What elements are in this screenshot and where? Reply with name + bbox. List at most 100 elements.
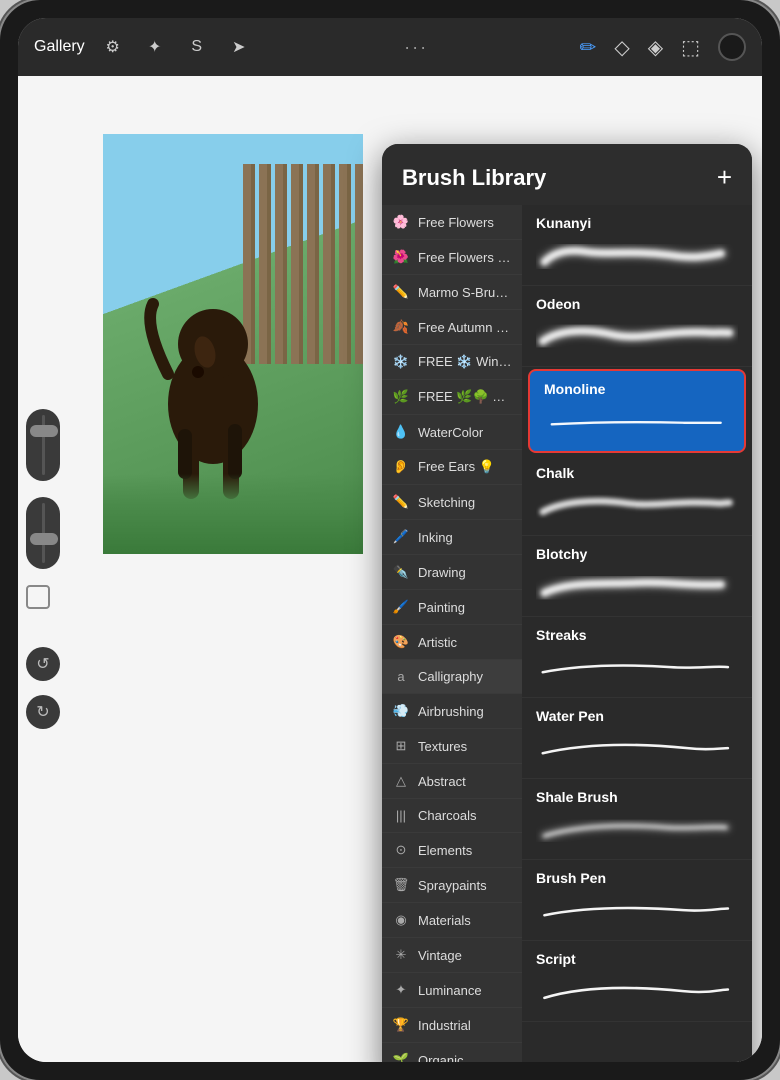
cat-icon-inking: 🖊️ bbox=[392, 529, 410, 545]
brush-item-blotchy[interactable]: Blotchy bbox=[522, 536, 752, 617]
wrench-icon[interactable]: ⚙ bbox=[99, 33, 127, 61]
sidebar-item-inking[interactable]: 🖊️ Inking bbox=[382, 520, 522, 555]
sidebar-item-luminance[interactable]: ✦ Luminance bbox=[382, 973, 522, 1008]
cat-icon-free-nature: 🌿 bbox=[392, 389, 410, 405]
brush-item-odeon[interactable]: Odeon bbox=[522, 286, 752, 367]
smear-tool-icon[interactable]: ◈ bbox=[648, 35, 663, 60]
sidebar-item-free-winter[interactable]: ❄️ FREE ❄️ Winter N... bbox=[382, 345, 522, 380]
magic-icon[interactable]: ✦ bbox=[141, 33, 169, 61]
add-brush-button[interactable]: + bbox=[717, 162, 732, 193]
top-bar-right: ✏ ◇ ◈ ⬚ bbox=[580, 33, 746, 61]
screen: Gallery ⚙ ✦ S ➤ ··· ✏ ◇ ◈ ⬚ bbox=[18, 18, 762, 1062]
sidebar-item-abstract[interactable]: △ Abstract bbox=[382, 764, 522, 799]
brush-item-script[interactable]: Script bbox=[522, 941, 752, 1022]
top-bar-left: Gallery ⚙ ✦ S ➤ bbox=[34, 33, 253, 61]
brush-item-brush-pen[interactable]: Brush Pen bbox=[522, 860, 752, 941]
sidebar-item-spraypaints[interactable]: 🗑 Spraypaints bbox=[382, 868, 522, 903]
cat-label-free-winter: FREE ❄️ Winter N... bbox=[418, 354, 512, 370]
sidebar-item-sketching[interactable]: ✏️ Sketching bbox=[382, 485, 522, 520]
brush-preview-shale-brush bbox=[536, 811, 738, 849]
device-frame: Gallery ⚙ ✦ S ➤ ··· ✏ ◇ ◈ ⬚ bbox=[0, 0, 780, 1080]
sidebar-item-drawing[interactable]: ✒️ Drawing bbox=[382, 555, 522, 590]
sidebar-item-calligraphy[interactable]: a Calligraphy bbox=[382, 660, 522, 694]
cat-icon-free-flowers: 🌸 bbox=[392, 214, 410, 230]
cat-icon-calligraphy: a bbox=[392, 669, 410, 684]
brush-preview-odeon bbox=[536, 318, 738, 356]
cat-icon-painting: 🖌️ bbox=[392, 599, 410, 615]
cat-label-free-autumn: Free Autumn Brushes... bbox=[418, 320, 512, 335]
sidebar-item-artistic[interactable]: 🎨 Artistic bbox=[382, 625, 522, 660]
canvas-image bbox=[103, 134, 363, 554]
brush-item-streaks[interactable]: Streaks bbox=[522, 617, 752, 698]
cat-icon-airbrushing: 💨 bbox=[392, 703, 410, 719]
sidebar-item-elements[interactable]: ⊙ Elements bbox=[382, 833, 522, 868]
cat-icon-vintage: ✳ bbox=[392, 947, 410, 963]
brush-name-blotchy: Blotchy bbox=[536, 546, 738, 562]
brush-item-kunanyi[interactable]: Kunanyi bbox=[522, 205, 752, 286]
panel-body: 🌸 Free Flowers 🌺 Free Flowers V.2 ✏️ Mar… bbox=[382, 205, 752, 1062]
sidebar-item-free-flowers-v2[interactable]: 🌺 Free Flowers V.2 bbox=[382, 240, 522, 275]
canvas-area: ↺ ↻ bbox=[18, 76, 762, 1062]
canvas-transform-icon[interactable] bbox=[26, 585, 50, 609]
color-picker[interactable] bbox=[718, 33, 746, 61]
brush-item-shale-brush[interactable]: Shale Brush bbox=[522, 779, 752, 860]
cat-label-artistic: Artistic bbox=[418, 635, 457, 650]
sidebar-item-painting[interactable]: 🖌️ Painting bbox=[382, 590, 522, 625]
move-icon[interactable]: ➤ bbox=[225, 33, 253, 61]
brush-item-water-pen[interactable]: Water Pen bbox=[522, 698, 752, 779]
sidebar-item-textures[interactable]: ⊞ Textures bbox=[382, 729, 522, 764]
sidebar-item-charcoals[interactable]: ||| Charcoals bbox=[382, 799, 522, 833]
pen-tool-icon[interactable]: ✏ bbox=[580, 35, 597, 60]
sidebar-item-marmo[interactable]: ✏️ Marmo S-Brush Pack bbox=[382, 275, 522, 310]
cat-icon-luminance: ✦ bbox=[392, 982, 410, 998]
sidebar-item-vintage[interactable]: ✳ Vintage bbox=[382, 938, 522, 973]
sidebar-item-free-nature[interactable]: 🌿 FREE 🌿🌳 Nature... bbox=[382, 380, 522, 415]
cat-label-marmo: Marmo S-Brush Pack bbox=[418, 285, 512, 300]
brush-name-script: Script bbox=[536, 951, 738, 967]
sidebar-item-free-flowers[interactable]: 🌸 Free Flowers bbox=[382, 205, 522, 240]
sidebar-item-airbrushing[interactable]: 💨 Airbrushing bbox=[382, 694, 522, 729]
brush-name-odeon: Odeon bbox=[536, 296, 738, 312]
sidebar-item-industrial[interactable]: 🏆 Industrial bbox=[382, 1008, 522, 1043]
cat-label-organic: Organic bbox=[418, 1053, 464, 1063]
sidebar-item-free-ears[interactable]: 👂 Free Ears 💡 bbox=[382, 450, 522, 485]
top-bar: Gallery ⚙ ✦ S ➤ ··· ✏ ◇ ◈ ⬚ bbox=[18, 18, 762, 76]
brush-preview-script bbox=[536, 973, 738, 1011]
brush-preview-brush-pen bbox=[536, 892, 738, 930]
brush-preview-water-pen bbox=[536, 730, 738, 768]
dots-menu[interactable]: ··· bbox=[404, 37, 428, 58]
cat-label-airbrushing: Airbrushing bbox=[418, 704, 484, 719]
panel-header: Brush Library + bbox=[382, 144, 752, 205]
gallery-button[interactable]: Gallery bbox=[34, 38, 85, 56]
size-slider[interactable] bbox=[26, 409, 60, 481]
eraser-tool-icon[interactable]: ◇ bbox=[614, 35, 629, 60]
brush-name-kunanyi: Kunanyi bbox=[536, 215, 738, 231]
opacity-slider[interactable] bbox=[26, 497, 60, 569]
cat-label-materials: Materials bbox=[418, 913, 471, 928]
sidebar-item-watercolor[interactable]: 💧 WaterColor bbox=[382, 415, 522, 450]
sidebar-item-organic[interactable]: 🌱 Organic bbox=[382, 1043, 522, 1062]
sidebar-item-free-autumn[interactable]: 🍂 Free Autumn Brushes... bbox=[382, 310, 522, 345]
cat-label-spraypaints: Spraypaints bbox=[418, 878, 487, 893]
panel-title: Brush Library bbox=[402, 165, 546, 191]
cat-icon-artistic: 🎨 bbox=[392, 634, 410, 650]
undo-button[interactable]: ↺ bbox=[26, 647, 60, 681]
brush-preview-streaks bbox=[536, 649, 738, 687]
brush-item-chalk[interactable]: Chalk bbox=[522, 455, 752, 536]
cat-label-calligraphy: Calligraphy bbox=[418, 669, 483, 684]
cat-label-industrial: Industrial bbox=[418, 1018, 471, 1033]
cat-icon-marmo: ✏️ bbox=[392, 284, 410, 300]
left-toolbar: ↺ ↻ bbox=[26, 409, 60, 729]
cat-label-painting: Painting bbox=[418, 600, 465, 615]
cat-label-elements: Elements bbox=[418, 843, 472, 858]
brush-item-monoline[interactable]: Monoline bbox=[528, 369, 746, 453]
sidebar-item-materials[interactable]: ◉ Materials bbox=[382, 903, 522, 938]
cat-icon-charcoals: ||| bbox=[392, 808, 410, 823]
cat-icon-elements: ⊙ bbox=[392, 842, 410, 858]
brush-name-monoline: Monoline bbox=[544, 381, 730, 397]
redo-button[interactable]: ↻ bbox=[26, 695, 60, 729]
cat-label-free-nature: FREE 🌿🌳 Nature... bbox=[418, 389, 512, 405]
brush-name-chalk: Chalk bbox=[536, 465, 738, 481]
layers-icon[interactable]: ⬚ bbox=[681, 35, 700, 60]
smudge-icon[interactable]: S bbox=[183, 33, 211, 61]
